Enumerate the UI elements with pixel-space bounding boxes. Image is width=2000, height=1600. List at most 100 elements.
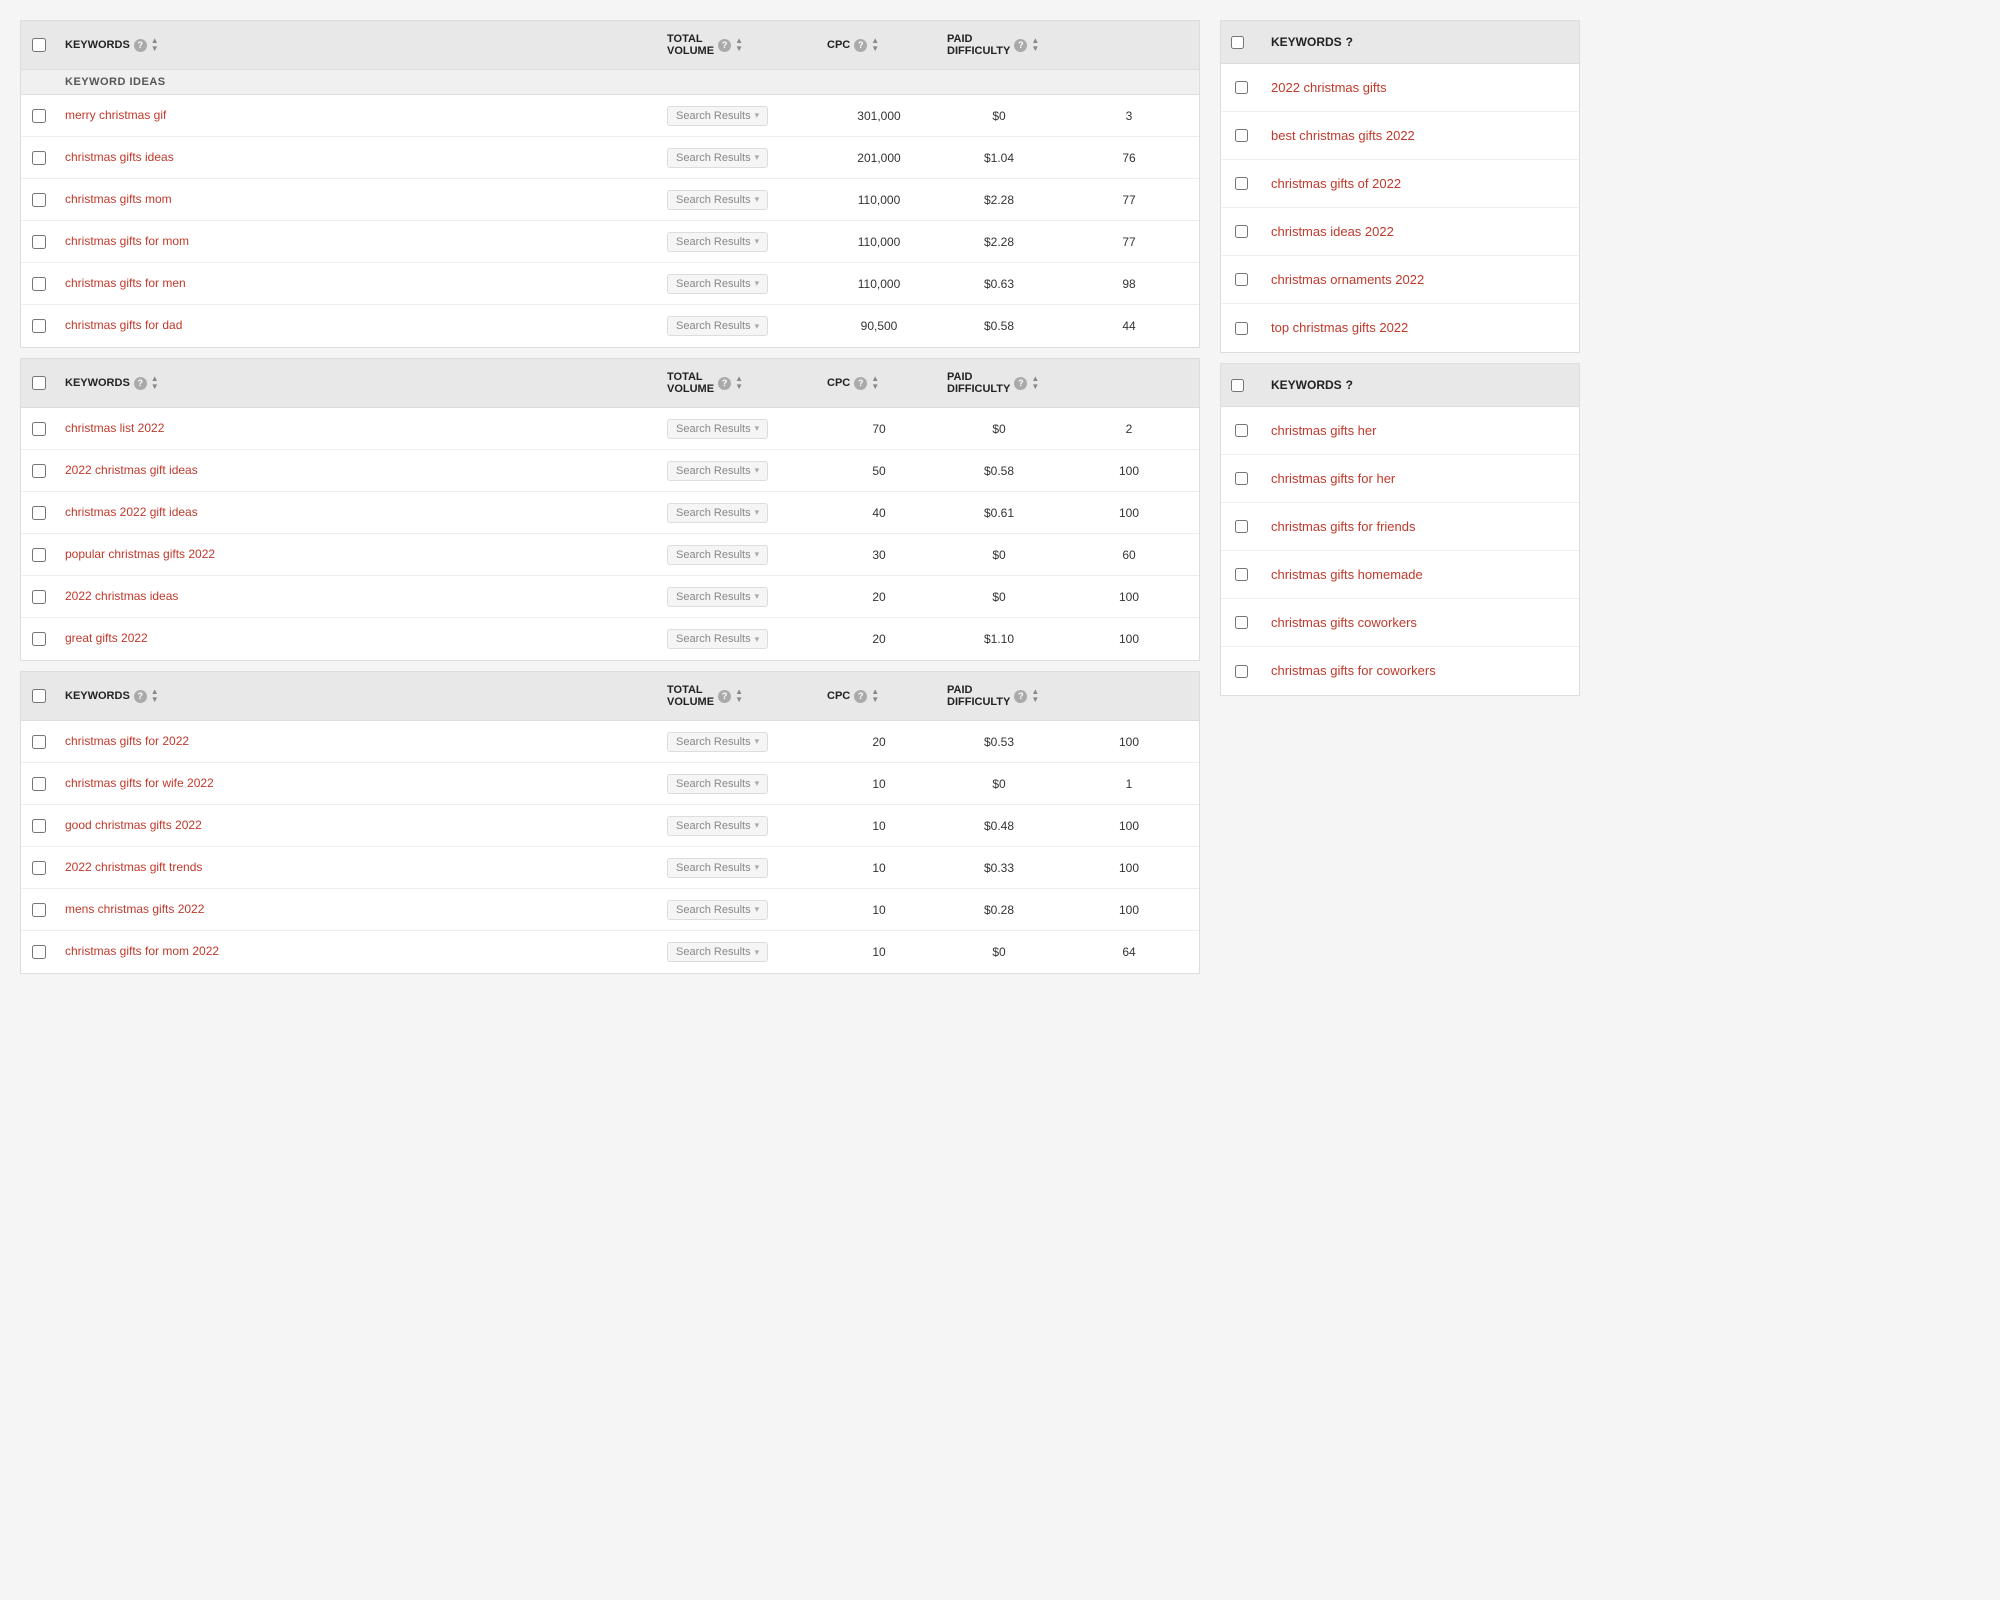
right-row-checkbox[interactable] [1235, 665, 1248, 678]
select-all-checkbox[interactable] [32, 376, 46, 390]
sort-arrows-icon[interactable]: ▲▼ [1031, 688, 1039, 704]
search-results-button[interactable]: Search Results ▾ [667, 587, 768, 607]
keyword-link[interactable]: good christmas gifts 2022 [65, 818, 202, 832]
right-row-checkbox[interactable] [1235, 273, 1248, 286]
sort-arrows-icon[interactable]: ▲▼ [151, 37, 159, 53]
select-all-checkbox[interactable] [32, 689, 46, 703]
keyword-link[interactable]: christmas 2022 gift ideas [65, 505, 198, 519]
row-checkbox[interactable] [32, 777, 46, 791]
row-checkbox-cell [21, 813, 57, 839]
difficulty-cell: 100 [1059, 897, 1199, 923]
keyword-link[interactable]: christmas gifts mom [65, 192, 172, 206]
right-keyword-link[interactable]: christmas ideas 2022 [1261, 215, 1579, 249]
search-results-button[interactable]: Search Results ▾ [667, 419, 768, 439]
search-results-button[interactable]: Search Results ▾ [667, 858, 768, 878]
sort-arrows-icon[interactable]: ▲▼ [735, 37, 743, 53]
row-checkbox[interactable] [32, 277, 46, 291]
right-row-checkbox[interactable] [1235, 225, 1248, 238]
keyword-link[interactable]: merry christmas gif [65, 108, 166, 122]
keyword-link[interactable]: mens christmas gifts 2022 [65, 902, 204, 916]
row-checkbox[interactable] [32, 632, 46, 646]
right-keyword-link[interactable]: christmas gifts for coworkers [1261, 654, 1579, 688]
right-keyword-link[interactable]: christmas gifts coworkers [1261, 606, 1579, 640]
search-results-button[interactable]: Search Results ▾ [667, 106, 768, 126]
search-results-button[interactable]: Search Results ▾ [667, 232, 768, 252]
sort-arrows-icon[interactable]: ▲▼ [871, 37, 879, 53]
keyword-link[interactable]: 2022 christmas gift trends [65, 860, 202, 874]
right-row-checkbox[interactable] [1235, 568, 1248, 581]
right-keyword-link[interactable]: best christmas gifts 2022 [1261, 119, 1579, 153]
row-checkbox[interactable] [32, 422, 46, 436]
search-results-button[interactable]: Search Results ▾ [667, 461, 768, 481]
right-select-all-checkbox[interactable] [1231, 379, 1244, 392]
row-checkbox[interactable] [32, 109, 46, 123]
row-checkbox[interactable] [32, 506, 46, 520]
right-keyword-link[interactable]: christmas gifts of 2022 [1261, 167, 1579, 201]
right-keyword-link[interactable]: christmas gifts her [1261, 414, 1579, 448]
sort-arrows-icon[interactable]: ▲▼ [735, 375, 743, 391]
row-checkbox[interactable] [32, 235, 46, 249]
search-results-button[interactable]: Search Results ▾ [667, 629, 768, 649]
keyword-link[interactable]: christmas gifts for mom [65, 234, 189, 248]
right-keyword-link[interactable]: christmas gifts for her [1261, 462, 1579, 496]
row-checkbox[interactable] [32, 861, 46, 875]
search-results-button[interactable]: Search Results ▾ [667, 316, 768, 336]
search-results-button[interactable]: Search Results ▾ [667, 274, 768, 294]
right-row-checkbox[interactable] [1235, 129, 1248, 142]
keyword-link[interactable]: christmas gifts for dad [65, 318, 182, 332]
sort-arrows-icon[interactable]: ▲▼ [151, 375, 159, 391]
row-checkbox[interactable] [32, 590, 46, 604]
right-row-checkbox[interactable] [1235, 81, 1248, 94]
row-checkbox[interactable] [32, 903, 46, 917]
row-checkbox[interactable] [32, 193, 46, 207]
keyword-link[interactable]: great gifts 2022 [65, 631, 148, 645]
right-keyword-link[interactable]: 2022 christmas gifts [1261, 71, 1579, 105]
right-row-checkbox[interactable] [1235, 322, 1248, 335]
sort-arrows-icon[interactable]: ▲▼ [871, 688, 879, 704]
right-row-checkbox[interactable] [1235, 177, 1248, 190]
search-results-button[interactable]: Search Results ▾ [667, 942, 768, 962]
row-checkbox[interactable] [32, 151, 46, 165]
keyword-link[interactable]: christmas list 2022 [65, 421, 164, 435]
search-results-button[interactable]: Search Results ▾ [667, 503, 768, 523]
search-results-button[interactable]: Search Results ▾ [667, 148, 768, 168]
sort-arrows-icon[interactable]: ▲▼ [1031, 375, 1039, 391]
search-results-button[interactable]: Search Results ▾ [667, 816, 768, 836]
sort-arrows-icon[interactable]: ▲▼ [151, 688, 159, 704]
keyword-link[interactable]: christmas gifts ideas [65, 150, 174, 164]
keyword-link[interactable]: christmas gifts for men [65, 276, 186, 290]
right-keyword-link[interactable]: top christmas gifts 2022 [1261, 311, 1579, 345]
keyword-link[interactable]: christmas gifts for mom 2022 [65, 944, 219, 958]
right-row-checkbox[interactable] [1235, 616, 1248, 629]
right-keyword-link[interactable]: christmas gifts for friends [1261, 510, 1579, 544]
right-keyword-link[interactable]: christmas ornaments 2022 [1261, 263, 1579, 297]
row-checkbox[interactable] [32, 735, 46, 749]
right-row-checkbox[interactable] [1235, 424, 1248, 437]
search-results-button[interactable]: Search Results ▾ [667, 545, 768, 565]
sort-arrows-icon[interactable]: ▲▼ [871, 375, 879, 391]
row-checkbox[interactable] [32, 319, 46, 333]
sort-arrows-icon[interactable]: ▲▼ [735, 688, 743, 704]
search-results-button[interactable]: Search Results ▾ [667, 732, 768, 752]
search-results-button[interactable]: Search Results ▾ [667, 190, 768, 210]
search-results-button[interactable]: Search Results ▾ [667, 900, 768, 920]
difficulty-cell: 2 [1059, 416, 1199, 442]
search-results-button[interactable]: Search Results ▾ [667, 774, 768, 794]
keyword-link[interactable]: christmas gifts for wife 2022 [65, 776, 214, 790]
select-all-checkbox[interactable] [32, 38, 46, 52]
row-checkbox[interactable] [32, 819, 46, 833]
right-select-all-checkbox[interactable] [1231, 36, 1244, 49]
table-row: christmas gifts for dadSearch Results ▾9… [21, 305, 1199, 347]
right-row-checkbox[interactable] [1235, 520, 1248, 533]
keyword-link[interactable]: christmas gifts for 2022 [65, 734, 189, 748]
keyword-link[interactable]: 2022 christmas gift ideas [65, 463, 198, 477]
keyword-link[interactable]: 2022 christmas ideas [65, 589, 178, 603]
right-row-checkbox[interactable] [1235, 472, 1248, 485]
row-checkbox[interactable] [32, 548, 46, 562]
row-checkbox[interactable] [32, 945, 46, 959]
sort-arrows-icon[interactable]: ▲▼ [1031, 37, 1039, 53]
row-checkbox[interactable] [32, 464, 46, 478]
right-keyword-link[interactable]: christmas gifts homemade [1261, 558, 1579, 592]
keyword-link[interactable]: popular christmas gifts 2022 [65, 547, 215, 561]
volume-cell: 20 [819, 626, 939, 652]
